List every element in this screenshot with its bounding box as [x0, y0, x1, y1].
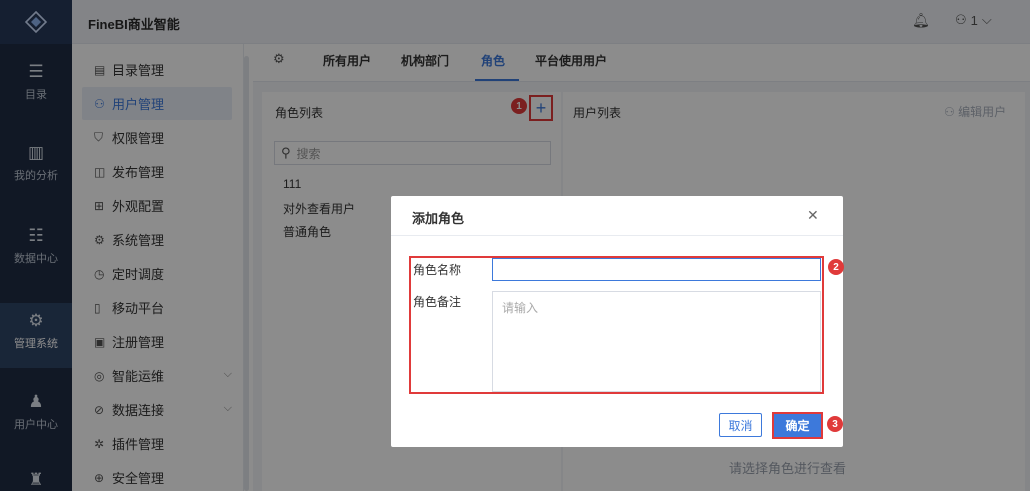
step-badge-2: 2	[828, 259, 844, 275]
dialog-title: 添加角色	[412, 211, 465, 226]
role-name-label: 角色名称	[413, 263, 462, 277]
close-icon[interactable]: ✕	[807, 207, 819, 224]
step-badge-3: 3	[827, 416, 843, 432]
cancel-button[interactable]: 取消	[719, 413, 762, 437]
confirm-button[interactable]: 确定	[772, 412, 823, 439]
add-role-dialog: 添加角色 ✕ 角色名称 2 角色备注 请输入 取消 确定 3	[391, 196, 844, 447]
role-note-label: 角色备注	[413, 295, 462, 309]
role-note-field[interactable]: 请输入	[492, 291, 821, 392]
note-placeholder: 请输入	[502, 301, 539, 315]
role-name-field[interactable]	[492, 258, 821, 281]
